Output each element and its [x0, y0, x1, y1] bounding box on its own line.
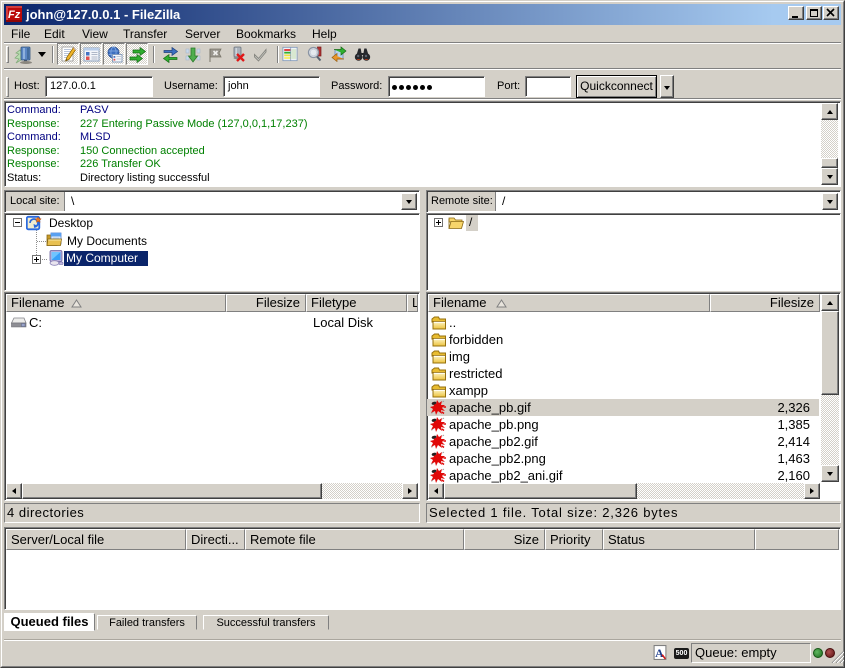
- svg-text:Fz: Fz: [8, 9, 21, 21]
- svg-text:A: A: [655, 647, 664, 660]
